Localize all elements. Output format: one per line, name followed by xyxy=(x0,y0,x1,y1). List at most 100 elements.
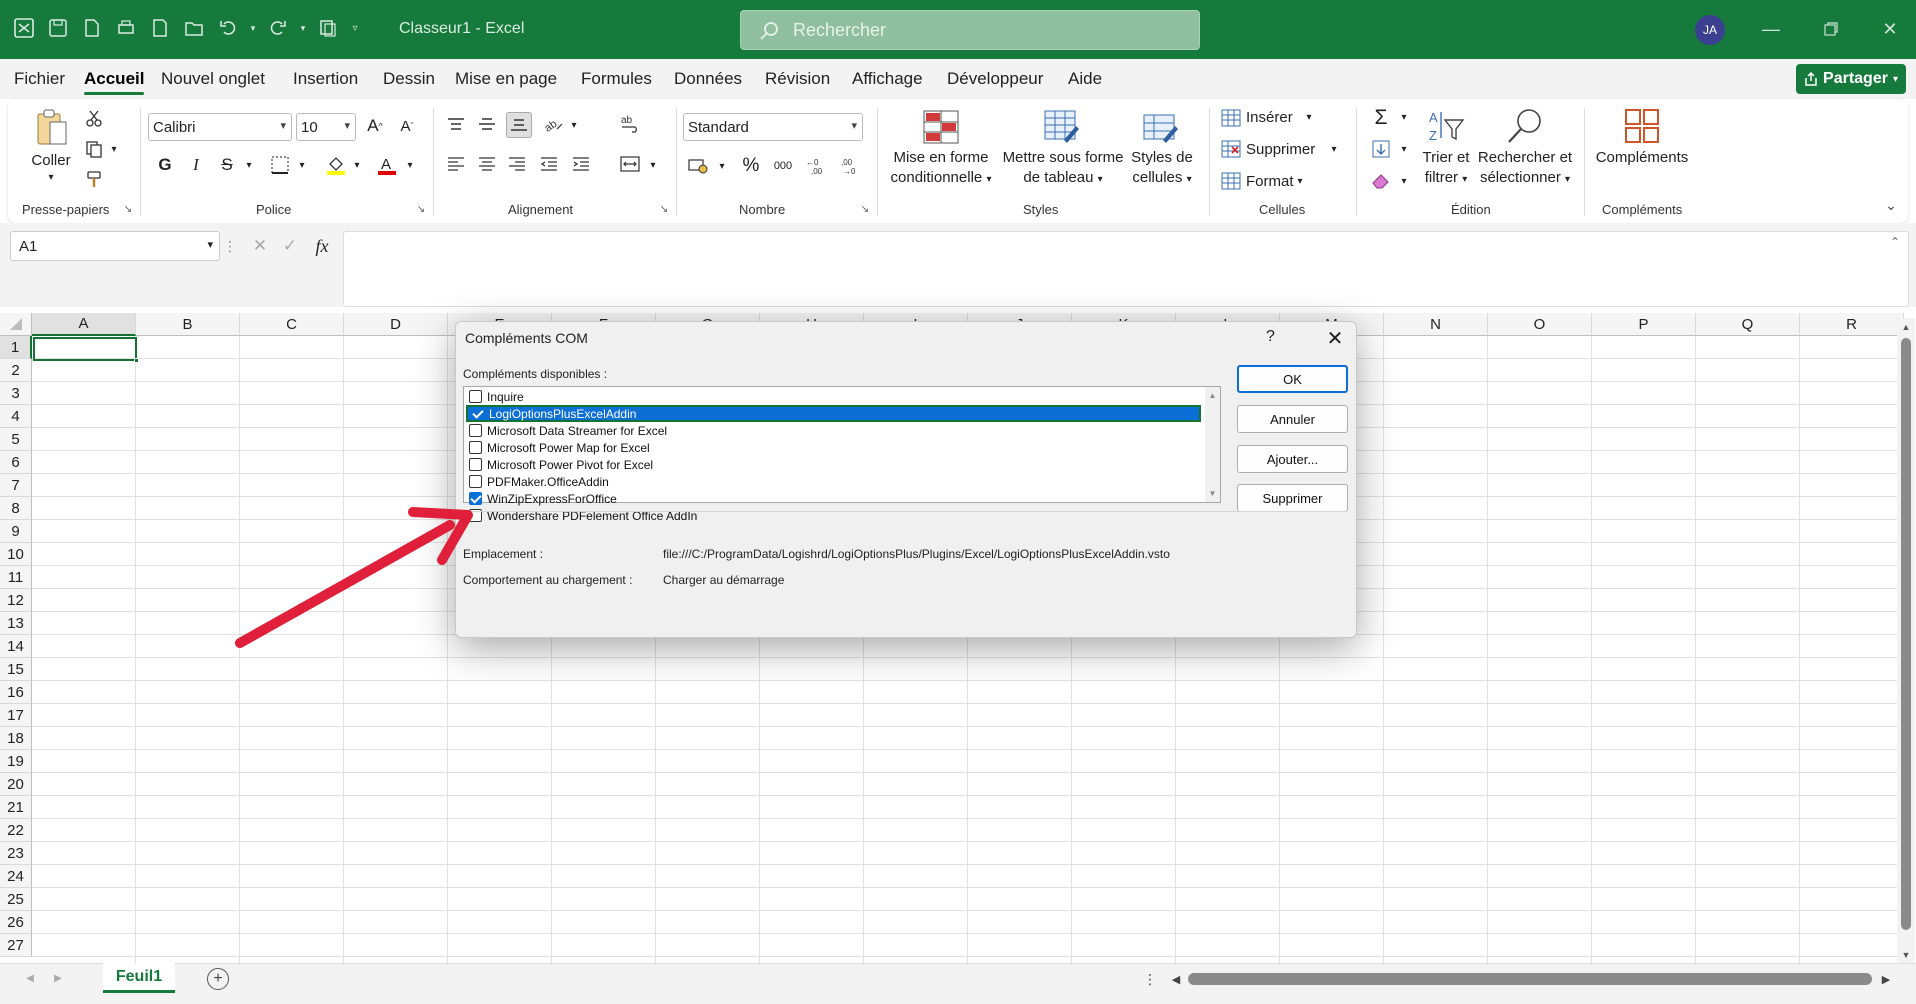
scroll-tabs-right-icon[interactable]: ▶ xyxy=(50,969,66,987)
align-middle-icon[interactable] xyxy=(476,113,498,135)
addin-checkbox[interactable] xyxy=(469,424,482,437)
addin-item[interactable]: WinZipExpressForOffice xyxy=(466,490,1201,507)
chevron-down-icon[interactable]: ▾ xyxy=(1294,174,1306,188)
align-top-icon[interactable] xyxy=(445,113,467,135)
decrease-indent-icon[interactable] xyxy=(538,153,560,175)
strikethrough-button[interactable]: S xyxy=(216,153,238,177)
find-select-label-2[interactable]: sélectionner ▾ xyxy=(1472,168,1578,190)
find-select-label-1[interactable]: Rechercher et xyxy=(1472,148,1578,168)
row-header-19[interactable]: 19 xyxy=(0,750,32,773)
chevron-down-icon[interactable]: ▾ xyxy=(298,14,308,42)
addin-checkbox[interactable] xyxy=(471,407,484,420)
italic-button[interactable]: I xyxy=(185,153,207,177)
tab-affichage[interactable]: Affichage xyxy=(852,69,923,89)
decrease-decimal-icon[interactable]: ,00 →0 xyxy=(836,154,862,178)
row-header-13[interactable]: 13 xyxy=(0,612,32,635)
copy-format-icon[interactable] xyxy=(314,14,342,42)
align-bottom-icon[interactable] xyxy=(506,112,532,138)
row-header-23[interactable]: 23 xyxy=(0,842,32,865)
restore-button[interactable] xyxy=(1816,14,1846,44)
addins-button[interactable]: Compléments xyxy=(1590,148,1694,168)
selected-cell[interactable] xyxy=(33,337,137,361)
orientation-icon[interactable]: ab xyxy=(542,113,564,135)
scroll-right-icon[interactable]: ▶ xyxy=(1878,970,1894,988)
row-header-1[interactable]: 1 xyxy=(0,336,32,359)
wrap-text-icon[interactable]: ab xyxy=(619,113,641,135)
ok-button[interactable]: OK xyxy=(1237,365,1348,393)
tab-dessin[interactable]: Dessin xyxy=(383,69,435,89)
open-folder-icon[interactable] xyxy=(180,14,208,42)
borders-icon[interactable] xyxy=(268,153,292,177)
conditional-formatting-label-1[interactable]: Mise en forme xyxy=(882,148,1000,168)
print-preview-icon[interactable] xyxy=(146,14,174,42)
print-icon[interactable] xyxy=(112,14,140,42)
listbox-scrollbar[interactable]: ▲ ▼ xyxy=(1205,387,1220,502)
chevron-down-icon[interactable]: ▾ xyxy=(716,159,728,173)
row-header-18[interactable]: 18 xyxy=(0,727,32,750)
vertical-scrollbar-thumb[interactable] xyxy=(1901,338,1911,930)
format-as-table-icon[interactable] xyxy=(1043,108,1081,146)
chevron-down-icon[interactable]: ▾ xyxy=(296,158,308,172)
chevron-down-icon[interactable]: ▾ xyxy=(647,158,659,172)
dialog-launcher-icon[interactable]: ↘ xyxy=(415,203,427,215)
addin-item[interactable]: Wondershare PDFelement Office AddIn xyxy=(466,507,1201,524)
row-header-20[interactable]: 20 xyxy=(0,773,32,796)
tab-donnees[interactable]: Données xyxy=(674,69,742,89)
collapse-formula-bar-icon[interactable]: ⌃ xyxy=(1888,235,1902,249)
format-as-table-label-2[interactable]: de tableau ▾ xyxy=(1000,168,1126,190)
addin-checkbox[interactable] xyxy=(469,441,482,454)
row-header-17[interactable]: 17 xyxy=(0,704,32,727)
row-header-14[interactable]: 14 xyxy=(0,635,32,658)
row-header-25[interactable]: 25 xyxy=(0,888,32,911)
sheet-tab-feuil1[interactable]: Feuil1 xyxy=(103,963,175,993)
share-button[interactable]: Partager ▾ xyxy=(1796,64,1906,94)
chevron-down-icon[interactable]: ▾ xyxy=(1398,174,1410,188)
decrease-font-icon[interactable]: Aˇ xyxy=(395,113,419,139)
select-all-corner[interactable] xyxy=(0,313,32,336)
new-file-icon[interactable] xyxy=(78,14,106,42)
insert-cells-icon[interactable] xyxy=(1220,107,1242,129)
tab-revision[interactable]: Révision xyxy=(765,69,830,89)
copy-icon[interactable] xyxy=(83,138,105,160)
row-header-10[interactable]: 10 xyxy=(0,543,32,566)
percent-icon[interactable]: % xyxy=(738,154,764,178)
tab-formules[interactable]: Formules xyxy=(581,69,652,89)
row-header-6[interactable]: 6 xyxy=(0,451,32,474)
close-dialog-button[interactable]: ✕ xyxy=(1322,325,1348,351)
remove-button[interactable]: Supprimer xyxy=(1237,484,1348,512)
horizontal-scrollbar-thumb[interactable] xyxy=(1188,973,1872,985)
column-header-r[interactable]: R xyxy=(1800,313,1904,336)
save-icon[interactable] xyxy=(44,14,72,42)
column-header-b[interactable]: B xyxy=(136,313,240,336)
format-cells-icon[interactable] xyxy=(1220,170,1242,192)
tab-aide[interactable]: Aide xyxy=(1068,69,1102,89)
format-as-table-label-1[interactable]: Mettre sous forme xyxy=(1000,148,1126,168)
align-center-icon[interactable] xyxy=(476,153,498,175)
addin-item[interactable]: LogiOptionsPlusExcelAddin xyxy=(466,405,1201,422)
row-header-11[interactable]: 11 xyxy=(0,566,32,589)
row-header-27[interactable]: 27 xyxy=(0,934,32,957)
chevron-down-icon[interactable]: ▾ xyxy=(248,14,258,42)
scroll-up-icon[interactable]: ▲ xyxy=(1207,389,1218,401)
format-painter-icon[interactable] xyxy=(83,168,105,190)
row-header-26[interactable]: 26 xyxy=(0,911,32,934)
column-header-d[interactable]: D xyxy=(344,313,448,336)
paste-icon[interactable] xyxy=(32,107,72,149)
font-name-select[interactable]: Calibri ▾ xyxy=(148,113,292,141)
add-button[interactable]: Ajouter... xyxy=(1237,445,1348,473)
row-header-24[interactable]: 24 xyxy=(0,865,32,888)
dialog-launcher-icon[interactable]: ↘ xyxy=(859,203,871,215)
addins-listbox[interactable]: Inquire LogiOptionsPlusExcelAddin Microsof… xyxy=(463,386,1221,523)
column-header-c[interactable]: C xyxy=(240,313,344,336)
chevron-down-icon[interactable]: ▾ xyxy=(351,158,363,172)
cancel-entry-icon[interactable]: ✕ xyxy=(248,234,272,258)
increase-indent-icon[interactable] xyxy=(570,153,592,175)
chevron-down-icon[interactable]: ▾ xyxy=(1398,110,1410,124)
row-header-12[interactable]: 12 xyxy=(0,589,32,612)
chevron-down-icon[interactable]: ▾ xyxy=(1303,110,1315,124)
row-header-22[interactable]: 22 xyxy=(0,819,32,842)
chevron-down-icon[interactable]: ▾ xyxy=(44,168,58,188)
font-color-icon[interactable]: A xyxy=(375,153,399,177)
scroll-down-icon[interactable]: ▼ xyxy=(1207,487,1218,499)
cell-styles-label-1[interactable]: Styles de xyxy=(1126,148,1198,168)
